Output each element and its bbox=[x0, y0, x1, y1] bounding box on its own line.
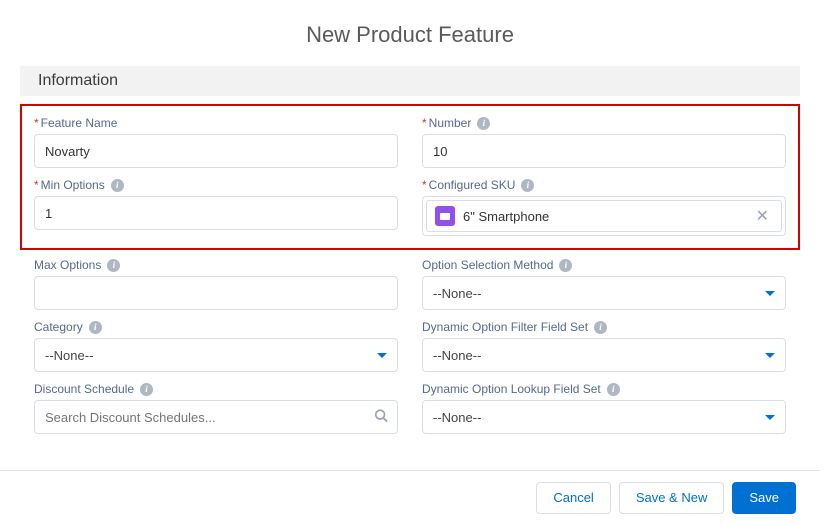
dynamic-option-filter-value: --None-- bbox=[433, 348, 481, 363]
product-icon bbox=[435, 206, 455, 226]
discount-schedule-search[interactable] bbox=[34, 400, 398, 434]
dynamic-option-filter-select[interactable]: --None-- bbox=[422, 338, 786, 372]
info-icon: i bbox=[594, 321, 607, 334]
number-label: *Number i bbox=[422, 116, 786, 130]
max-options-input[interactable] bbox=[34, 276, 398, 310]
remove-sku-icon[interactable]: ✕ bbox=[752, 206, 773, 226]
chevron-down-icon bbox=[377, 353, 387, 358]
category-label: Category i bbox=[34, 320, 398, 334]
configured-sku-lookup[interactable]: 6" Smartphone ✕ bbox=[422, 196, 786, 236]
number-input[interactable] bbox=[422, 134, 786, 168]
required-fields-highlight: *Feature Name *Number i *Min Options bbox=[20, 104, 800, 250]
modal-footer: Cancel Save & New Save bbox=[0, 470, 820, 524]
form-area: *Feature Name *Number i *Min Options bbox=[0, 96, 820, 474]
info-icon: i bbox=[477, 117, 490, 130]
section-header-information: Information bbox=[20, 66, 800, 96]
dynamic-option-lookup-value: --None-- bbox=[433, 410, 481, 425]
info-icon: i bbox=[521, 179, 534, 192]
search-icon bbox=[374, 409, 388, 426]
dynamic-option-lookup-label: Dynamic Option Lookup Field Set i bbox=[422, 382, 786, 396]
feature-name-label: *Feature Name bbox=[34, 116, 398, 130]
configured-sku-value: 6" Smartphone bbox=[463, 209, 744, 224]
info-icon: i bbox=[607, 383, 620, 396]
info-icon: i bbox=[559, 259, 572, 272]
info-icon: i bbox=[111, 179, 124, 192]
category-value: --None-- bbox=[45, 348, 93, 363]
save-button[interactable]: Save bbox=[732, 482, 796, 514]
info-icon: i bbox=[140, 383, 153, 396]
min-options-input[interactable] bbox=[34, 196, 398, 230]
max-options-label: Max Options i bbox=[34, 258, 398, 272]
min-options-label: *Min Options i bbox=[34, 178, 398, 192]
info-icon: i bbox=[89, 321, 102, 334]
chevron-down-icon bbox=[765, 415, 775, 420]
info-icon: i bbox=[107, 259, 120, 272]
chevron-down-icon bbox=[765, 353, 775, 358]
configured-sku-label: *Configured SKU i bbox=[422, 178, 786, 192]
option-selection-method-label: Option Selection Method i bbox=[422, 258, 786, 272]
page-title: New Product Feature bbox=[0, 0, 820, 66]
option-selection-method-select[interactable]: --None-- bbox=[422, 276, 786, 310]
chevron-down-icon bbox=[765, 291, 775, 296]
save-and-new-button[interactable]: Save & New bbox=[619, 482, 725, 514]
dynamic-option-lookup-select[interactable]: --None-- bbox=[422, 400, 786, 434]
modal-scroll-area[interactable]: New Product Feature Information *Feature… bbox=[0, 0, 820, 524]
feature-name-input[interactable] bbox=[34, 134, 398, 168]
option-selection-method-value: --None-- bbox=[433, 286, 481, 301]
discount-schedule-label: Discount Schedule i bbox=[34, 382, 398, 396]
cancel-button[interactable]: Cancel bbox=[536, 482, 610, 514]
category-select[interactable]: --None-- bbox=[34, 338, 398, 372]
dynamic-option-filter-label: Dynamic Option Filter Field Set i bbox=[422, 320, 786, 334]
